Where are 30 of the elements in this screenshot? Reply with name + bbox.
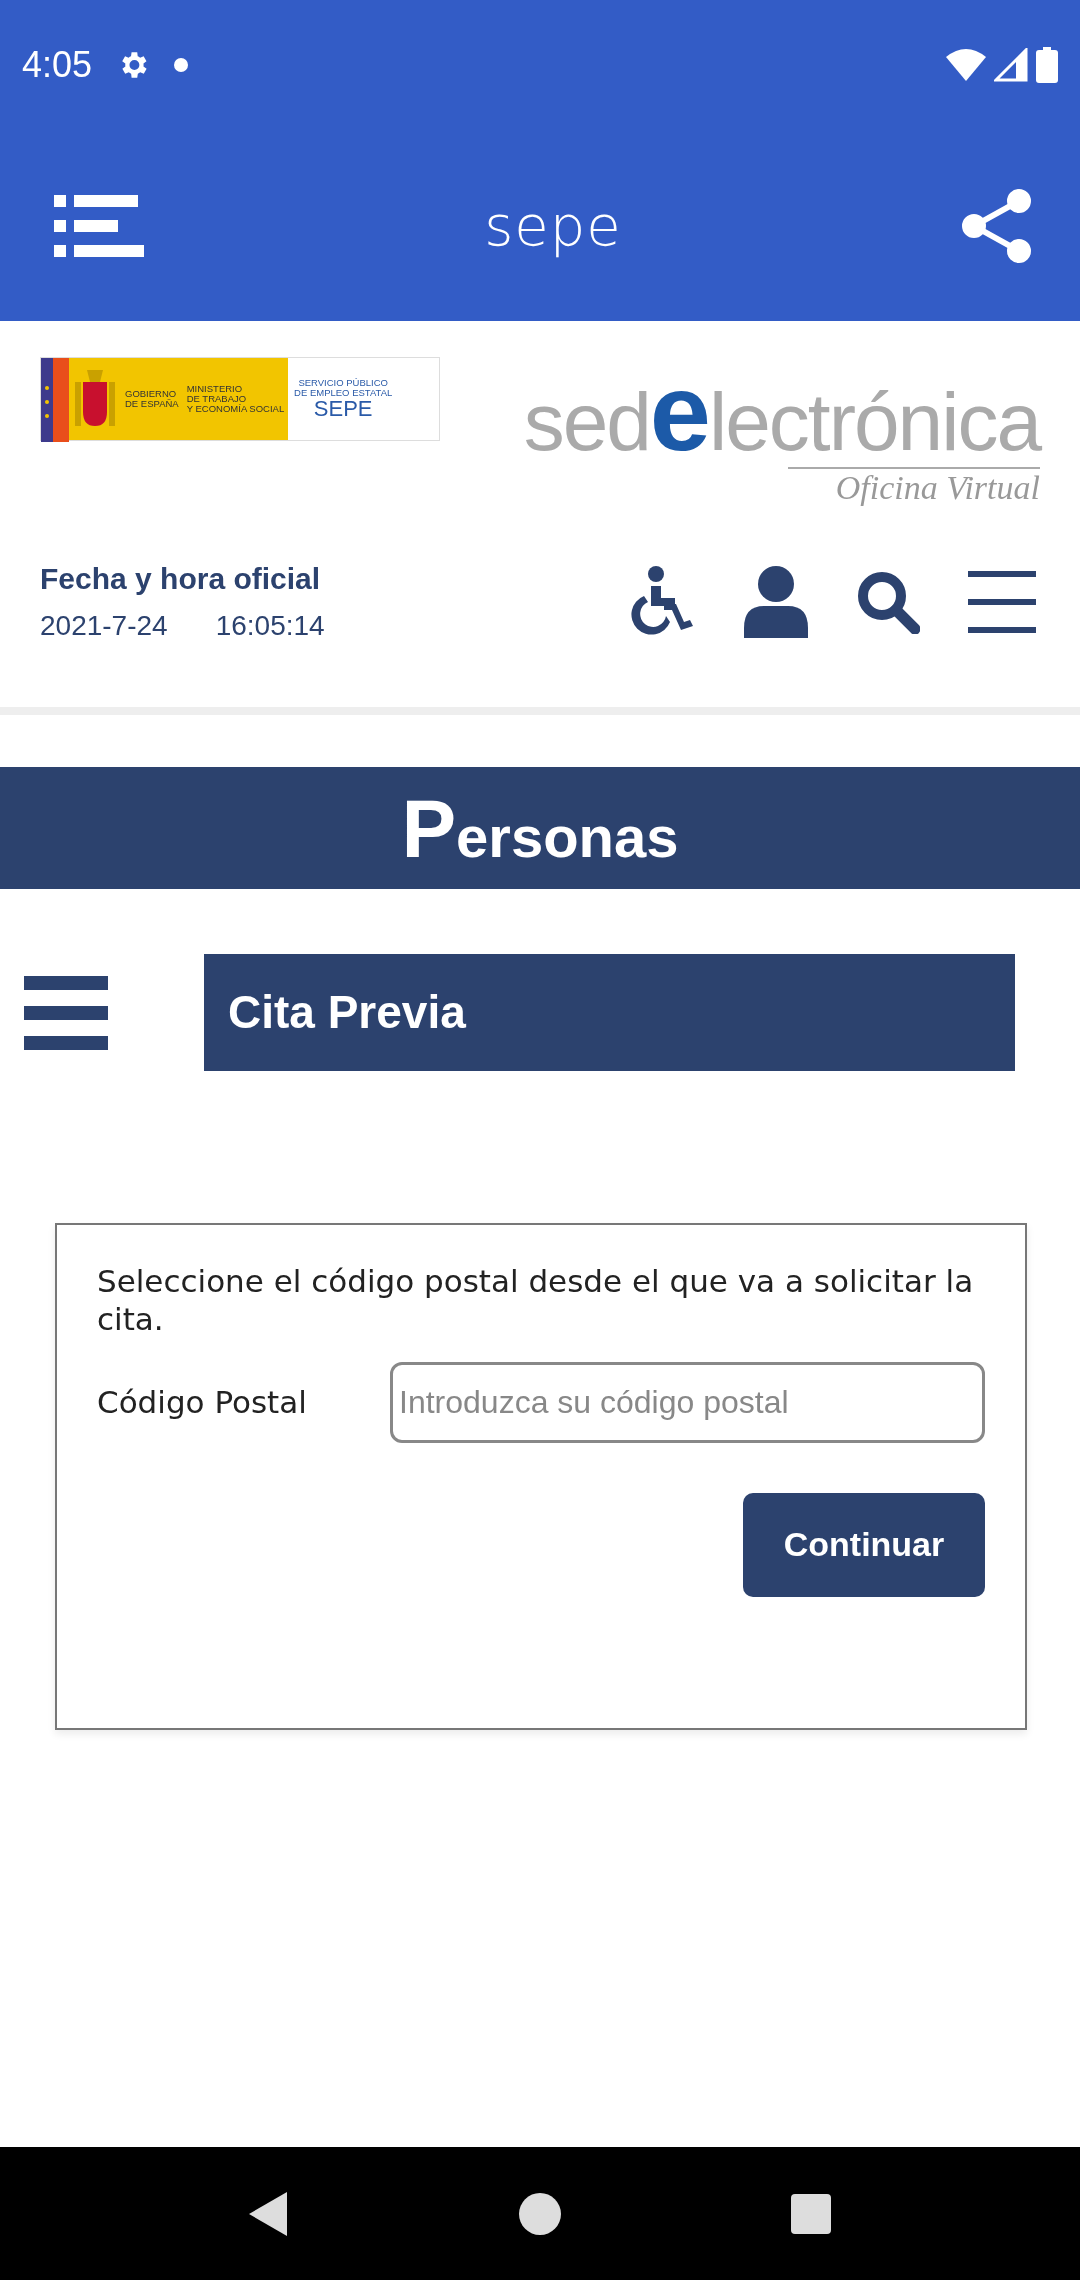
- section-title: Personas: [401, 781, 679, 876]
- app-title: sepe: [484, 191, 622, 260]
- official-date: 2021-7-24: [40, 609, 168, 644]
- home-icon[interactable]: [519, 2192, 561, 2235]
- wordmark-subtitle: Oficina Virtual: [787, 467, 1040, 507]
- government-name: GOBIERNO DE ESPAÑA: [125, 389, 179, 409]
- ministry-name: MINISTERIO DE TRABAJO Y ECONOMÍA SOCIAL: [186, 384, 285, 414]
- wifi-icon: [946, 49, 986, 81]
- search-icon[interactable]: [856, 569, 920, 634]
- page-title: Cita Previa: [204, 954, 1015, 1072]
- battery-icon: [1036, 47, 1058, 83]
- official-time: 16:05:14: [215, 609, 325, 644]
- sepe-acronym: SEPE: [313, 398, 373, 421]
- recents-icon[interactable]: [791, 2193, 831, 2234]
- dot-icon: [174, 58, 189, 72]
- site-wordmark: sedelectrónica: [523, 357, 1040, 467]
- continue-button[interactable]: Continuar: [743, 1492, 985, 1597]
- signal-icon: [994, 48, 1028, 82]
- back-icon[interactable]: [249, 2191, 289, 2236]
- field-label: Código Postal: [97, 1383, 307, 1422]
- clock-time: 4:05: [22, 43, 93, 87]
- postal-code-field[interactable]: Introduzca su código postal: [390, 1361, 985, 1443]
- share-icon[interactable]: [962, 188, 1032, 263]
- clock-label: Fecha y hora oficial: [40, 561, 322, 598]
- menu-icon[interactable]: [24, 975, 108, 1050]
- list-menu-icon[interactable]: [54, 194, 144, 257]
- instruction-text: Seleccione el código postal desde el que va a solicitar la cita.: [97, 1263, 975, 1338]
- user-icon[interactable]: [744, 565, 808, 638]
- menu-icon[interactable]: [968, 570, 1036, 633]
- service-name: SERVICIO PÚBLICO DE EMPLEO ESTATAL: [294, 377, 393, 399]
